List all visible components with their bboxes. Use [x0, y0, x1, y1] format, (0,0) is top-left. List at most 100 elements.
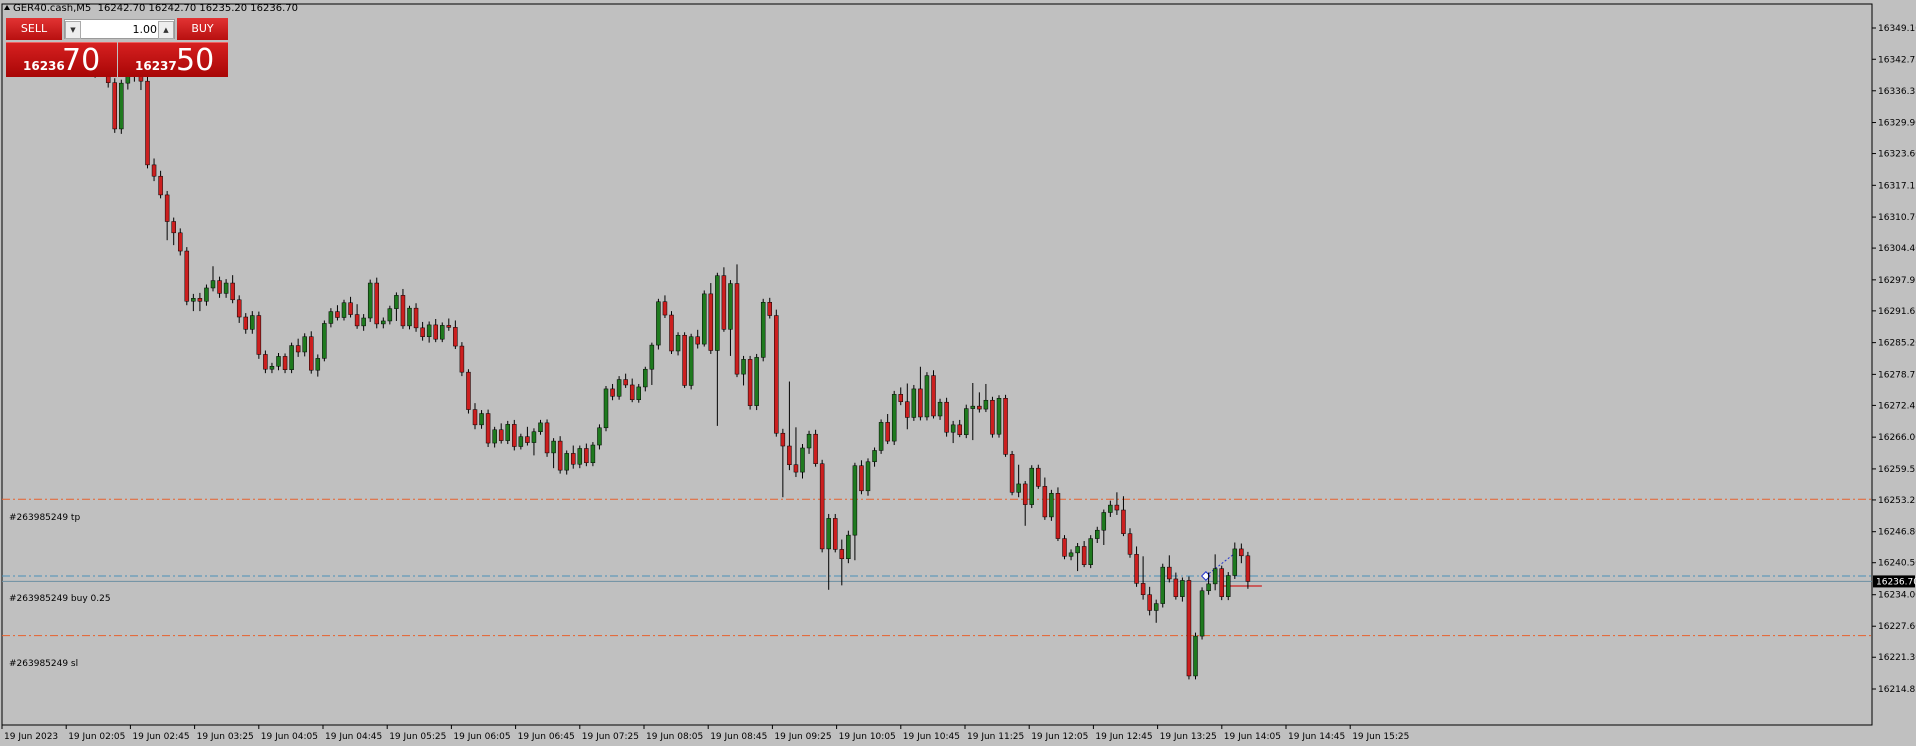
candle-body	[813, 433, 818, 464]
candle-body	[1140, 583, 1146, 595]
candle	[944, 397, 949, 437]
y-tick-label: 16329.90	[1878, 119, 1916, 129]
candle-body	[852, 465, 858, 536]
caret-down-icon[interactable]: ▼	[65, 21, 81, 39]
candle	[512, 419, 517, 451]
sl-level-label: #263985249 sl	[9, 659, 79, 669]
candle-body	[289, 345, 294, 370]
candle-body	[485, 413, 491, 444]
candle	[322, 320, 327, 362]
candle-body	[656, 301, 661, 346]
y-tick-label: 16221.30	[1878, 653, 1916, 663]
candle	[400, 288, 406, 329]
candle-body	[715, 275, 720, 351]
x-tick-label: 19 Jun 06:45	[518, 732, 575, 742]
x-tick-label: 19 Jun 08:05	[646, 732, 703, 742]
candle	[328, 308, 334, 328]
candle	[217, 276, 222, 298]
candle-body	[721, 275, 727, 330]
candle	[420, 321, 425, 341]
candle	[715, 272, 720, 426]
lot-size-input[interactable]	[81, 21, 157, 37]
candle-body	[1075, 546, 1080, 554]
candle-body	[787, 445, 792, 465]
candle	[230, 275, 235, 304]
sell-button[interactable]: SELL	[6, 18, 62, 40]
candle-body	[983, 399, 989, 410]
candle-body	[780, 432, 786, 447]
candle	[525, 426, 530, 446]
candle-body	[806, 433, 812, 449]
candle	[295, 338, 301, 357]
candle-body	[741, 359, 746, 375]
one-click-trading-panel: SELL ▼ ▲ BUY 16236 70 16237 50	[6, 18, 228, 77]
candle-body	[171, 221, 176, 234]
candle	[977, 392, 982, 413]
x-tick-label: 19 Jun 13:25	[1160, 732, 1217, 742]
candle	[597, 424, 602, 450]
candle-body	[977, 405, 982, 410]
candle	[485, 409, 491, 448]
candlestick-chart[interactable]: 16349.10 16342.75 16336.35 16329.90 16323.60…	[0, 0, 1916, 746]
candle-body	[243, 316, 248, 330]
y-tick-label: 16304.40	[1878, 244, 1916, 254]
candle-body	[957, 424, 962, 435]
candle-body	[1022, 483, 1028, 505]
y-tick-label: 16246.80	[1878, 528, 1916, 538]
candle	[1160, 563, 1165, 608]
candle-body	[1121, 509, 1126, 534]
candle-body	[1108, 504, 1113, 513]
sell-price-pips: 70	[62, 43, 101, 78]
candle	[898, 387, 903, 406]
candle-body	[197, 298, 203, 302]
candle-body	[846, 534, 851, 560]
candle	[891, 390, 897, 446]
candle-body	[426, 324, 432, 337]
candle	[158, 170, 163, 199]
candle	[1022, 480, 1028, 526]
candle-body	[728, 283, 733, 330]
candle-body	[1095, 529, 1100, 539]
candle-body	[1042, 486, 1048, 518]
candle	[872, 447, 877, 467]
candle	[557, 436, 563, 474]
chart-area[interactable]: 16349.10 16342.75 16336.35 16329.90 16323.60…	[0, 0, 1916, 746]
candle-body	[996, 398, 1002, 435]
candle	[387, 305, 393, 325]
candle-body	[636, 386, 641, 400]
x-tick-label: 19 Jun 04:05	[261, 732, 318, 742]
candle	[1219, 565, 1224, 601]
sell-price-button[interactable]: 16236 70	[6, 42, 117, 77]
candle-body	[819, 463, 825, 550]
collapse-triangle-icon[interactable]	[4, 5, 10, 10]
candle	[688, 333, 694, 390]
candle-body	[394, 295, 399, 309]
candle-body	[1180, 580, 1185, 597]
caret-up-icon[interactable]: ▲	[158, 21, 174, 39]
candle	[531, 428, 537, 456]
candle	[571, 445, 576, 469]
buy-button[interactable]: BUY	[177, 18, 228, 40]
candle-body	[466, 371, 471, 410]
candle-body	[1147, 594, 1152, 611]
candle-body	[223, 282, 229, 294]
lot-size-control: ▼ ▲	[64, 19, 175, 39]
candle-body	[754, 357, 759, 406]
candle-body	[878, 422, 884, 451]
candle-body	[361, 317, 366, 327]
y-tick-label: 16227.60	[1878, 622, 1916, 632]
candle-body	[1173, 578, 1179, 597]
candle	[669, 311, 674, 354]
candle-body	[1239, 548, 1244, 557]
candle-body	[571, 453, 576, 465]
candle	[1101, 509, 1107, 545]
candle	[780, 428, 786, 498]
candle-body	[158, 175, 163, 196]
candle-body	[236, 299, 242, 318]
buy-price-button[interactable]: 16237 50	[118, 42, 228, 77]
candle	[760, 298, 766, 362]
candle-body	[662, 301, 668, 316]
candle-body	[269, 366, 275, 370]
candle	[1088, 535, 1093, 569]
candle-body	[263, 354, 268, 370]
